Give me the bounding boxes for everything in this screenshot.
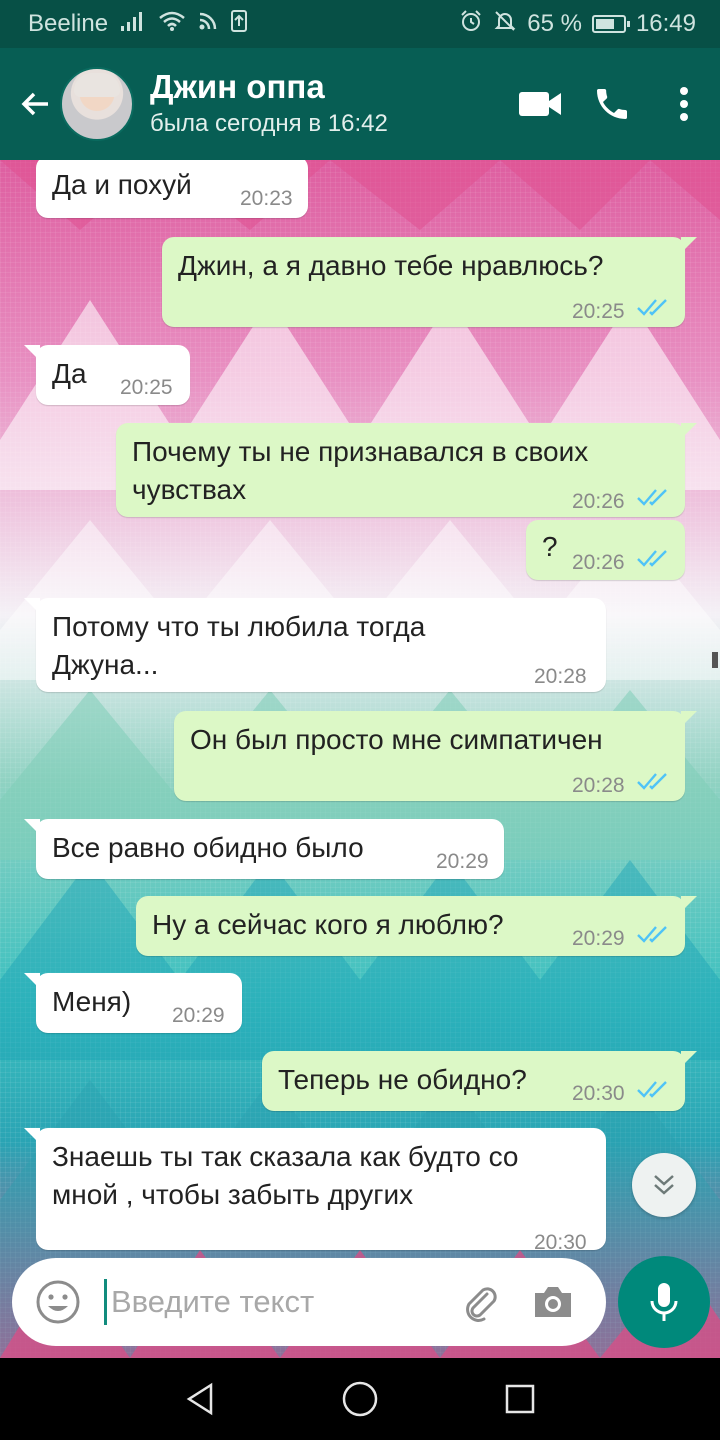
emoji-icon[interactable] <box>28 1272 88 1332</box>
message-incoming[interactable]: Да и похуй 20:23 <box>36 160 308 218</box>
message-text: ? <box>542 531 558 562</box>
nav-back-icon[interactable] <box>170 1369 230 1429</box>
message-text: Ну а сейчас кого я люблю? <box>152 909 504 940</box>
message-time: 20:26 <box>572 551 625 574</box>
read-ticks-icon <box>637 489 667 506</box>
chat-header: Джин оппа была сегодня в 16:42 <box>0 48 720 160</box>
message-time: 20:25 <box>120 376 173 399</box>
video-call-icon[interactable] <box>504 68 576 140</box>
attach-icon[interactable] <box>449 1272 509 1332</box>
message-time: 20:29 <box>172 1004 225 1027</box>
more-vert-icon[interactable] <box>648 68 720 140</box>
upload-icon <box>230 9 248 40</box>
mic-button[interactable] <box>618 1256 710 1348</box>
message-input[interactable] <box>109 1283 443 1321</box>
message-incoming[interactable]: Все равно обидно было 20:29 <box>24 819 504 879</box>
message-text: Теперь не обидно? <box>278 1064 527 1095</box>
nav-recents-icon[interactable] <box>490 1369 550 1429</box>
message-incoming[interactable]: Потому что ты любила тогда Джуна... 20:2… <box>24 598 606 692</box>
contact-info[interactable]: Джин оппа была сегодня в 16:42 <box>150 67 388 141</box>
message-text: Все равно обидно было <box>52 832 364 863</box>
message-outgoing[interactable]: Теперь не обидно? 20:30 <box>262 1051 697 1111</box>
message-outgoing[interactable]: Джин, а я давно тебе нравлюсь? 20:25 <box>162 237 697 327</box>
mute-bell-icon <box>493 9 517 40</box>
message-text: Потому что ты любила тогда Джуна... <box>52 611 426 680</box>
camera-icon[interactable] <box>523 1272 583 1332</box>
message-time: 20:29 <box>436 850 489 873</box>
message-text: Меня) <box>52 986 132 1017</box>
back-arrow-icon[interactable] <box>8 76 64 132</box>
scroll-to-bottom-button[interactable] <box>632 1153 696 1217</box>
message-time: 20:23 <box>240 187 293 210</box>
message-outgoing[interactable]: Он был просто мне симпатичен 20:28 <box>174 711 697 801</box>
read-ticks-icon <box>637 773 667 790</box>
message-outgoing[interactable]: Ну а сейчас кого я люблю? 20:29 <box>136 896 697 956</box>
clock: 16:49 <box>635 10 696 37</box>
signal-icon <box>120 10 146 39</box>
rss-icon <box>198 10 218 38</box>
read-ticks-icon <box>637 299 667 316</box>
status-bar: Beeline 65 % 16:49 <box>0 0 720 48</box>
message-composer <box>12 1258 606 1346</box>
last-seen-status: была сегодня в 16:42 <box>150 110 388 137</box>
contact-avatar[interactable] <box>60 67 134 141</box>
double-chevron-down-icon <box>654 1175 674 1195</box>
message-time: 20:28 <box>534 665 587 688</box>
message-time: 20:30 <box>572 1082 625 1105</box>
contact-name: Джин оппа <box>150 68 325 105</box>
message-outgoing[interactable]: Почему ты не признавался в своих чувства… <box>116 423 697 517</box>
nav-home-icon[interactable] <box>330 1369 390 1429</box>
message-text: Джин, а я давно тебе нравлюсь? <box>178 250 604 281</box>
read-ticks-icon <box>637 550 667 567</box>
text-cursor <box>104 1279 107 1325</box>
message-text: Знаешь ты так сказала как будто со мной … <box>52 1141 519 1210</box>
carrier-name: Beeline <box>28 10 109 37</box>
scrollbar-thumb[interactable] <box>712 652 718 668</box>
mic-icon <box>650 1283 678 1321</box>
chat-wallpaper[interactable]: Да и похуй 20:23 Джин, а я давно тебе нр… <box>0 160 720 1358</box>
message-time: 20:29 <box>572 927 625 950</box>
message-text: Да и похуй <box>52 169 192 200</box>
message-incoming[interactable]: Знаешь ты так сказала как будто со мной … <box>24 1128 606 1254</box>
phone-icon[interactable] <box>576 68 648 140</box>
message-incoming[interactable]: Меня) 20:29 <box>24 973 242 1033</box>
battery-icon <box>591 15 630 33</box>
message-text: Да <box>52 358 87 389</box>
alarm-icon <box>459 9 483 40</box>
wifi-icon <box>158 10 186 39</box>
read-ticks-icon <box>637 926 667 943</box>
message-incoming[interactable]: Да 20:25 <box>24 345 190 405</box>
system-nav-bar <box>0 1358 720 1440</box>
battery-percent: 65 % <box>527 10 582 37</box>
read-ticks-icon <box>637 1081 667 1098</box>
message-time: 20:26 <box>572 490 625 513</box>
message-outgoing[interactable]: ? 20:26 <box>526 520 685 580</box>
message-text: Он был просто мне симпатичен <box>190 724 603 755</box>
message-time: 20:25 <box>572 300 625 323</box>
message-time: 20:28 <box>572 774 625 797</box>
message-time: 20:30 <box>534 1231 587 1254</box>
